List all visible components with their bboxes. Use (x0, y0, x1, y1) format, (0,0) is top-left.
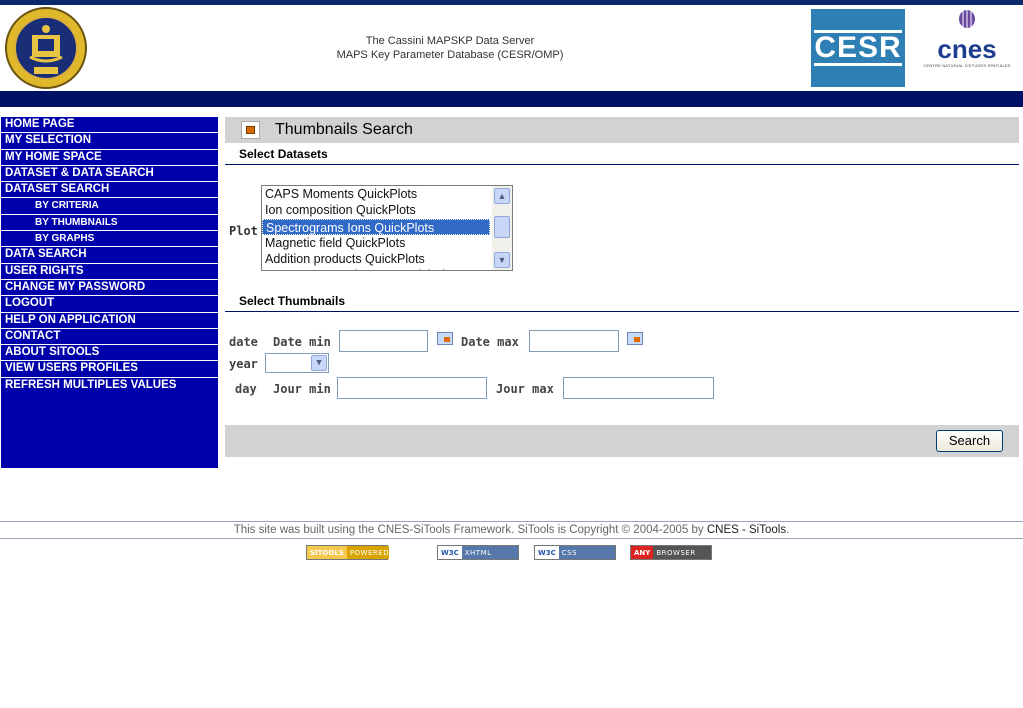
date-max-calendar-icon[interactable] (627, 332, 643, 345)
sidebar-item[interactable]: CHANGE MY PASSWORD (1, 280, 218, 297)
site-title-line-1: The Cassini MAPSKP Data Server (365, 35, 535, 47)
jour-max-label: Jour max (496, 382, 554, 396)
scroll-up-icon[interactable]: ▲ (494, 188, 510, 204)
badge-right-text: XHTML (461, 546, 518, 559)
sidebar-item[interactable]: MY HOME SPACE (1, 150, 218, 166)
badge-left-text: SITOOLS (307, 546, 347, 559)
footer-text-end: . (786, 524, 790, 536)
sidebar-item[interactable]: REFRESH MULTIPLES VALUES (1, 378, 218, 394)
day-label: day (235, 382, 257, 396)
sidebar-item[interactable]: MY SELECTION (1, 133, 218, 150)
page-title: Thumbnails Search (275, 121, 413, 138)
scroll-down-icon[interactable]: ▼ (494, 252, 510, 268)
plot-option[interactable]: CAPS Moments QuickPlots (262, 186, 512, 202)
date-max-input[interactable] (529, 330, 619, 352)
plot-option[interactable]: Magnetic field QuickPlots (262, 235, 512, 251)
sidebar-item[interactable]: CONTACT (1, 329, 218, 346)
footer-copyright: This site was built using the CNES-SiToo… (0, 523, 1023, 537)
search-button[interactable]: Search (936, 430, 1003, 452)
cnes-emblem-icon (959, 9, 975, 29)
badge-left-text: W3C (535, 546, 559, 559)
footer-text: This site was built using the CNES-SiToo… (233, 524, 707, 536)
plot-option[interactable]: Ion composition QuickPlots (262, 202, 512, 218)
footer-badge[interactable]: W3C XHTML (437, 545, 519, 560)
plot-row: Plot CAPS Moments QuickPlots Ion composit… (225, 165, 1019, 290)
chevron-down-icon[interactable]: ▼ (311, 355, 327, 371)
jour-min-input[interactable] (337, 377, 487, 399)
site-header: The Cassini MAPSKP Data Server MAPS Key … (0, 5, 1023, 91)
cnes-logo: cnes CENTRE NATIONAL D'ETUDES SPATIALES (914, 9, 1020, 85)
jour-max-input[interactable] (563, 377, 714, 399)
date-label: date (229, 335, 258, 349)
footer-badge[interactable]: SITOOLS POWERED (306, 545, 390, 560)
footer-divider-bottom (0, 538, 1023, 539)
cesr-logo: CESR (811, 9, 905, 87)
year-label: year (229, 357, 258, 371)
date-min-calendar-icon[interactable] (437, 332, 453, 345)
plot-listbox[interactable]: CAPS Moments QuickPlots Ion composition Q… (261, 185, 513, 271)
sidebar-item[interactable]: DATA SEARCH (1, 247, 218, 264)
date-max-label: Date max (461, 335, 519, 349)
thumbnails-icon (241, 121, 260, 139)
sidebar-item[interactable]: DATASET & DATA SEARCH (1, 166, 218, 183)
footer-badge[interactable]: ANY BROWSER (630, 545, 712, 560)
footer-badge[interactable]: W3C CSS (534, 545, 616, 560)
date-min-label: Date min (273, 335, 331, 349)
cesr-logo-text: CESR (814, 30, 902, 66)
sidebar-menu: HOME PAGE MY SELECTION MY HOME SPACE DATASE… (1, 117, 218, 468)
sidebar-item[interactable]: DATASET SEARCH (1, 182, 218, 199)
site-title-line-2: MAPS Key Parameter Database (CESR/OMP) (336, 49, 564, 61)
badge-right-text: CSS (558, 546, 615, 559)
jour-min-label: Jour min (273, 382, 331, 396)
search-action-bar: Search (225, 425, 1019, 457)
sidebar-item[interactable]: BY THUMBNAILS (1, 215, 218, 232)
plot-listbox-scrollbar[interactable]: ▲ ▼ (492, 186, 512, 270)
badge-left-text: W3C (438, 546, 462, 559)
year-row: year ▼ (225, 353, 1019, 374)
sidebar-item[interactable]: BY GRAPHS (1, 231, 218, 248)
date-min-input[interactable] (339, 330, 428, 352)
sidebar-item[interactable]: HELP ON APPLICATION (1, 313, 218, 329)
date-row: date Date min Date max (225, 330, 1019, 354)
sidebar-item[interactable]: VIEW USERS PROFILES (1, 361, 218, 378)
sidebar-item[interactable]: ABOUT SITOOLS (1, 345, 218, 362)
plot-option[interactable]: Spectrograms Electrons QuickPlots (262, 267, 512, 270)
year-select[interactable]: ▼ (265, 353, 329, 373)
plot-option[interactable]: Addition products QuickPlots (262, 251, 512, 267)
header-band (0, 91, 1023, 107)
plot-options: CAPS Moments QuickPlots Ion composition Q… (262, 186, 512, 270)
footer-cnes-sitools-link[interactable]: CNES - SiTools (707, 524, 786, 536)
plot-option[interactable]: Spectrograms Ions QuickPlots (262, 218, 490, 235)
site-title: The Cassini MAPSKP Data Server MAPS Key … (250, 34, 650, 62)
sidebar-item[interactable]: HOME PAGE (1, 117, 218, 134)
main-content: Thumbnails Search Select Datasets Plot C… (225, 117, 1019, 457)
sidebar-item[interactable]: BY CRITERIA (1, 198, 218, 215)
sidebar-item[interactable]: LOGOUT (1, 296, 218, 313)
cnes-logo-text: cnes (937, 34, 997, 64)
university-seal-logo (4, 7, 88, 89)
sidebar-item[interactable]: USER RIGHTS (1, 264, 218, 280)
badge-right-text: BROWSER (653, 546, 711, 559)
badge-left-text: ANY (631, 546, 654, 559)
section-select-thumbnails: Select Thumbnails (225, 290, 1019, 312)
footer-divider-top (0, 521, 1023, 522)
badge-right-text: POWERED (346, 546, 390, 559)
plot-label: Plot (229, 224, 258, 238)
scroll-thumb[interactable] (494, 216, 510, 238)
cnes-logo-subtext: CENTRE NATIONAL D'ETUDES SPATIALES (923, 63, 1011, 68)
page-title-bar: Thumbnails Search (225, 117, 1019, 143)
day-row: day Jour min Jour max (225, 377, 1019, 401)
section-select-datasets: Select Datasets (225, 143, 1019, 165)
